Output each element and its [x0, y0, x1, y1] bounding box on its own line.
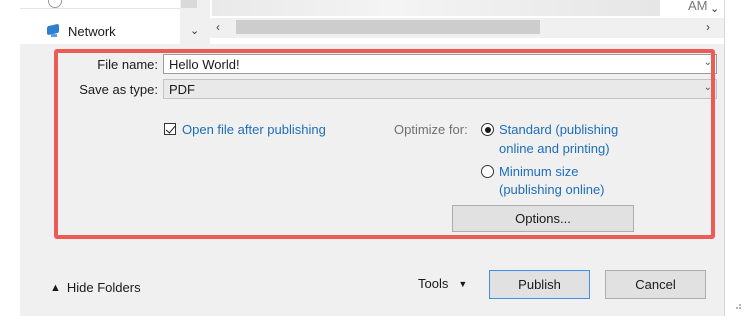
nav-item-network-label: Network: [68, 23, 116, 39]
resize-grip-icon[interactable]: [732, 300, 742, 310]
horizontal-scroll-thumb[interactable]: [236, 20, 540, 34]
column-chevron-down-icon[interactable]: ⌄: [710, 2, 719, 15]
publish-button[interactable]: Publish: [489, 270, 590, 299]
highlight-box: [54, 49, 715, 239]
file-time-partial: AM: [688, 0, 708, 13]
file-list-pane: AM ⌄ ‹ ›: [210, 0, 724, 44]
nav-item-icon: [48, 0, 62, 8]
scroll-right-arrow-icon[interactable]: ›: [706, 20, 710, 34]
hide-folders-label: Hide Folders: [66, 280, 141, 295]
file-list-row[interactable]: [212, 0, 660, 16]
nav-scrollbar-thumb[interactable]: [181, 0, 197, 8]
network-icon: [46, 24, 62, 38]
caret-down-icon: ▼: [458, 278, 468, 289]
navigation-pane: Network: [20, 0, 180, 44]
tools-label: Tools: [418, 276, 449, 291]
cancel-button-label: Cancel: [635, 277, 676, 292]
cancel-button[interactable]: Cancel: [605, 270, 706, 299]
hide-folders-button[interactable]: ▲ Hide Folders: [50, 280, 141, 295]
chevron-up-icon: ▲: [50, 281, 61, 294]
nav-item-network[interactable]: Network: [46, 22, 116, 40]
nav-item-partial[interactable]: [20, 0, 180, 9]
horizontal-scrollbar[interactable]: ‹ ›: [210, 18, 724, 38]
nav-collapse-chevron-icon[interactable]: ⌄: [190, 24, 199, 37]
tools-menu[interactable]: Tools ▼: [418, 276, 467, 291]
publish-button-label: Publish: [518, 277, 561, 292]
scroll-left-arrow-icon[interactable]: ‹: [216, 20, 220, 34]
